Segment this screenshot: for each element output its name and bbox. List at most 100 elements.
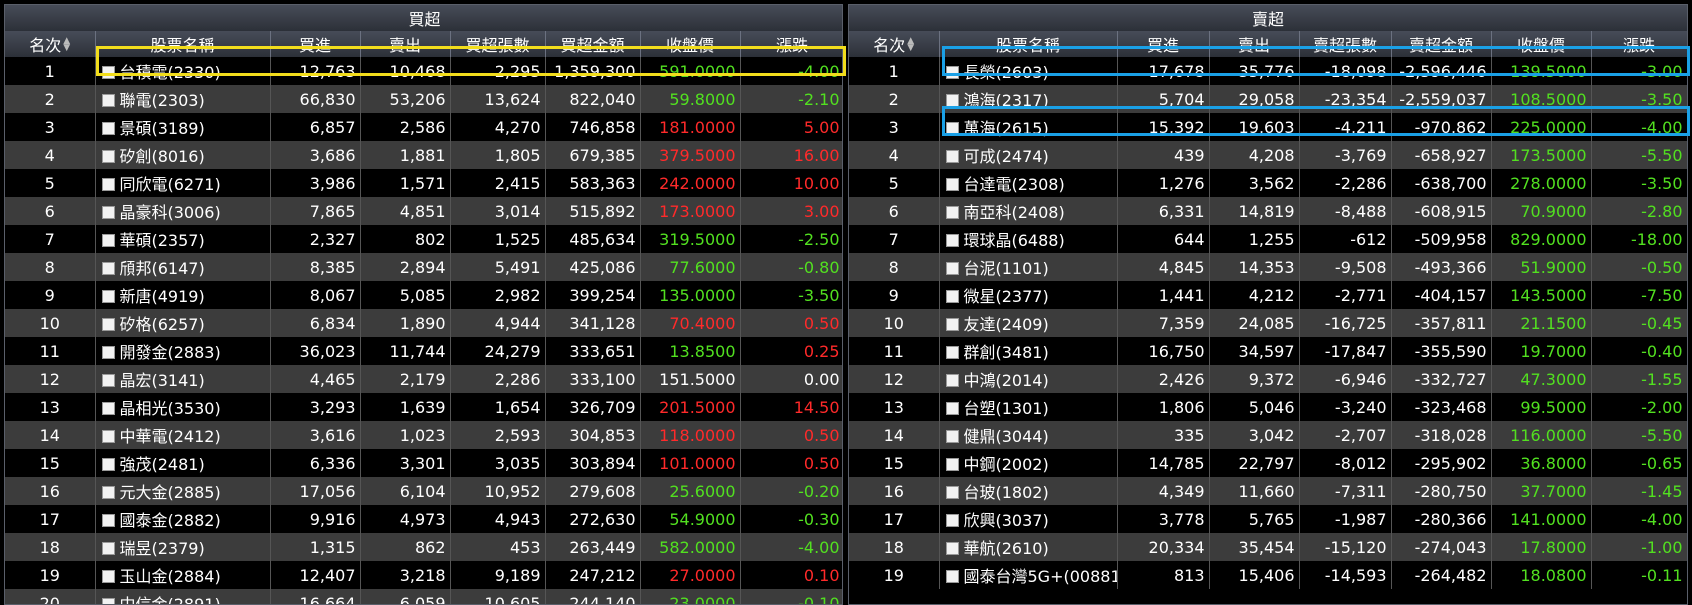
table-row[interactable]: 3 景碩(3189) 6,857 2,586 4,270 746,858 181.0000 5…	[5, 113, 842, 141]
stock-name[interactable]: 鴻海(2317)	[964, 91, 1049, 110]
table-row[interactable]: 15 強茂(2481) 6,336 3,301 3,035 303,894 101.0000…	[5, 449, 842, 477]
table-row[interactable]: 11 群創(3481) 16,750 34,597 -17,847 -355,590 19.…	[849, 337, 1687, 365]
stock-name[interactable]: 景碩(3189)	[120, 119, 205, 138]
buy-col-close[interactable]: 收盤價	[640, 31, 741, 57]
row-checkbox[interactable]	[101, 598, 115, 604]
stock-name[interactable]: 國泰台灣5G+(00881)	[964, 567, 1117, 586]
table-row[interactable]: 12 中鴻(2014) 2,426 9,372 -6,946 -332,727 47.300…	[849, 365, 1687, 393]
stock-name[interactable]: 晶豪科(3006)	[120, 203, 221, 222]
table-row[interactable]: 14 中華電(2412) 3,616 1,023 2,593 304,853 118.000…	[5, 421, 842, 449]
buy-col-sell[interactable]: 賣出	[360, 31, 451, 57]
table-row[interactable]: 5 台達電(2308) 1,276 3,562 -2,286 -638,700 278.00…	[849, 169, 1687, 197]
table-row[interactable]: 6 南亞科(2408) 6,331 14,819 -8,488 -608,915 70.90…	[849, 197, 1687, 225]
row-checkbox[interactable]	[101, 430, 115, 443]
stock-name[interactable]: 友達(2409)	[964, 315, 1049, 334]
stock-name[interactable]: 微星(2377)	[964, 287, 1049, 306]
row-checkbox[interactable]	[945, 150, 959, 163]
row-checkbox[interactable]	[945, 206, 959, 219]
stock-name[interactable]: 環球晶(6488)	[964, 231, 1065, 250]
stock-name[interactable]: 台塑(1301)	[964, 399, 1049, 418]
stock-name[interactable]: 強茂(2481)	[120, 455, 205, 474]
table-row[interactable]: 18 華航(2610) 20,334 35,454 -15,120 -274,043 17.…	[849, 533, 1687, 561]
table-row[interactable]: 5 同欣電(6271) 3,986 1,571 2,415 583,363 242.0000…	[5, 169, 842, 197]
row-checkbox[interactable]	[945, 178, 959, 191]
row-checkbox[interactable]	[101, 402, 115, 415]
table-row[interactable]: 7 華碩(2357) 2,327 802 1,525 485,634 319.5000 -2.…	[5, 225, 842, 253]
row-checkbox[interactable]	[945, 514, 959, 527]
stock-name[interactable]: 同欣電(6271)	[120, 175, 221, 194]
sell-col-buy[interactable]: 買進	[1117, 31, 1210, 57]
stock-name[interactable]: 中華電(2412)	[120, 427, 221, 446]
row-checkbox[interactable]	[101, 94, 115, 107]
stock-name[interactable]: 瑞昱(2379)	[120, 539, 205, 558]
table-row[interactable]: 10 矽格(6257) 6,834 1,890 4,944 341,128 70.4000 0…	[5, 309, 842, 337]
buy-col-rank[interactable]: 名次 ▲ ▼	[5, 31, 96, 57]
row-checkbox[interactable]	[101, 318, 115, 331]
table-row[interactable]: 17 欣興(3037) 3,778 5,765 -1,987 -280,366 141.00…	[849, 505, 1687, 533]
row-checkbox[interactable]	[101, 346, 115, 359]
stock-name[interactable]: 頎邦(6147)	[120, 259, 205, 278]
sort-icon[interactable]: ▲ ▼	[63, 37, 70, 53]
row-checkbox[interactable]	[945, 66, 959, 79]
sell-col-amount[interactable]: 賣超金額	[1391, 31, 1492, 57]
stock-name[interactable]: 國泰金(2882)	[120, 511, 221, 530]
row-checkbox[interactable]	[945, 122, 959, 135]
stock-name[interactable]: 矽創(8016)	[120, 147, 205, 166]
row-checkbox[interactable]	[101, 262, 115, 275]
table-row[interactable]: 1 長榮(2603) 17,678 35,776 -18,098 -2,596,446 13…	[849, 57, 1687, 85]
table-row[interactable]: 18 瑞昱(2379) 1,315 862 453 263,449 582.0000 -4.0…	[5, 533, 842, 561]
buy-col-net[interactable]: 買超張數	[450, 31, 546, 57]
buy-col-change[interactable]: 漲跌	[740, 31, 842, 57]
stock-name[interactable]: 台玻(1802)	[964, 483, 1049, 502]
row-checkbox[interactable]	[945, 318, 959, 331]
table-row[interactable]: 8 台泥(1101) 4,845 14,353 -9,508 -493,366 51.900…	[849, 253, 1687, 281]
table-row[interactable]: 14 健鼎(3044) 335 3,042 -2,707 -318,028 116.0000…	[849, 421, 1687, 449]
stock-name[interactable]: 聯電(2303)	[120, 91, 205, 110]
stock-name[interactable]: 晶相光(3530)	[120, 399, 221, 418]
row-checkbox[interactable]	[945, 542, 959, 555]
row-checkbox[interactable]	[945, 570, 959, 583]
table-row[interactable]: 7 環球晶(6488) 644 1,255 -612 -509,958 829.0000 -1…	[849, 225, 1687, 253]
table-row[interactable]: 10 友達(2409) 7,359 24,085 -16,725 -357,811 21.1…	[849, 309, 1687, 337]
table-row[interactable]: 16 台玻(1802) 4,349 11,660 -7,311 -280,750 37.70…	[849, 477, 1687, 505]
row-checkbox[interactable]	[101, 570, 115, 583]
sell-col-close[interactable]: 收盤價	[1491, 31, 1592, 57]
stock-name[interactable]: 中鋼(2002)	[964, 455, 1049, 474]
table-row[interactable]: 13 台塑(1301) 1,806 5,046 -3,240 -323,468 99.500…	[849, 393, 1687, 421]
sell-col-rank[interactable]: 名次 ▲ ▼	[849, 31, 940, 57]
stock-name[interactable]: 健鼎(3044)	[964, 427, 1049, 446]
stock-name[interactable]: 中鴻(2014)	[964, 371, 1049, 390]
stock-name[interactable]: 台達電(2308)	[964, 175, 1065, 194]
row-checkbox[interactable]	[101, 290, 115, 303]
row-checkbox[interactable]	[101, 178, 115, 191]
table-row[interactable]: 2 鴻海(2317) 5,704 29,058 -23,354 -2,559,037 108…	[849, 85, 1687, 113]
table-row[interactable]: 11 開發金(2883) 36,023 11,744 24,279 333,651 13.8…	[5, 337, 842, 365]
stock-name[interactable]: 台泥(1101)	[964, 259, 1049, 278]
row-checkbox[interactable]	[945, 402, 959, 415]
table-row[interactable]: 6 晶豪科(3006) 7,865 4,851 3,014 515,892 173.0000…	[5, 197, 842, 225]
sell-col-name[interactable]: 股票名稱	[939, 31, 1118, 57]
table-row[interactable]: 1 台積電(2330) 12,763 10,468 2,295 1,359,300 591.…	[5, 57, 842, 85]
table-row[interactable]: 17 國泰金(2882) 9,916 4,973 4,943 272,630 54.9000…	[5, 505, 842, 533]
table-row[interactable]: 19 國泰台灣5G+(00881) 813 15,406 -14,593 -264,482…	[849, 561, 1687, 589]
table-row[interactable]: 9 新唐(4919) 8,067 5,085 2,982 399,254 135.0000-…	[5, 281, 842, 309]
table-row[interactable]: 2 聯電(2303) 66,830 53,206 13,624 822,040 59.800…	[5, 85, 842, 113]
row-checkbox[interactable]	[945, 262, 959, 275]
table-row[interactable]: 20 中信金(2891) 16,664 6,059 10,605 244,140 23.00…	[5, 589, 842, 604]
stock-name[interactable]: 華碩(2357)	[120, 231, 205, 250]
buy-col-name[interactable]: 股票名稱	[95, 31, 271, 57]
row-checkbox[interactable]	[945, 346, 959, 359]
table-row[interactable]: 13 晶相光(3530) 3,293 1,639 1,654 326,709 201.500…	[5, 393, 842, 421]
row-checkbox[interactable]	[101, 122, 115, 135]
table-row[interactable]: 9 微星(2377) 1,441 4,212 -2,771 -404,157 143.500…	[849, 281, 1687, 309]
stock-name[interactable]: 元大金(2885)	[120, 483, 221, 502]
row-checkbox[interactable]	[101, 150, 115, 163]
stock-name[interactable]: 晶宏(3141)	[120, 371, 205, 390]
table-row[interactable]: 12 晶宏(3141) 4,465 2,179 2,286 333,100 151.5000…	[5, 365, 842, 393]
stock-name[interactable]: 欣興(3037)	[964, 511, 1049, 530]
row-checkbox[interactable]	[945, 458, 959, 471]
table-row[interactable]: 4 矽創(8016) 3,686 1,881 1,805 679,385 379.5000 1…	[5, 141, 842, 169]
row-checkbox[interactable]	[101, 374, 115, 387]
sell-col-sell[interactable]: 賣出	[1209, 31, 1300, 57]
row-checkbox[interactable]	[945, 94, 959, 107]
